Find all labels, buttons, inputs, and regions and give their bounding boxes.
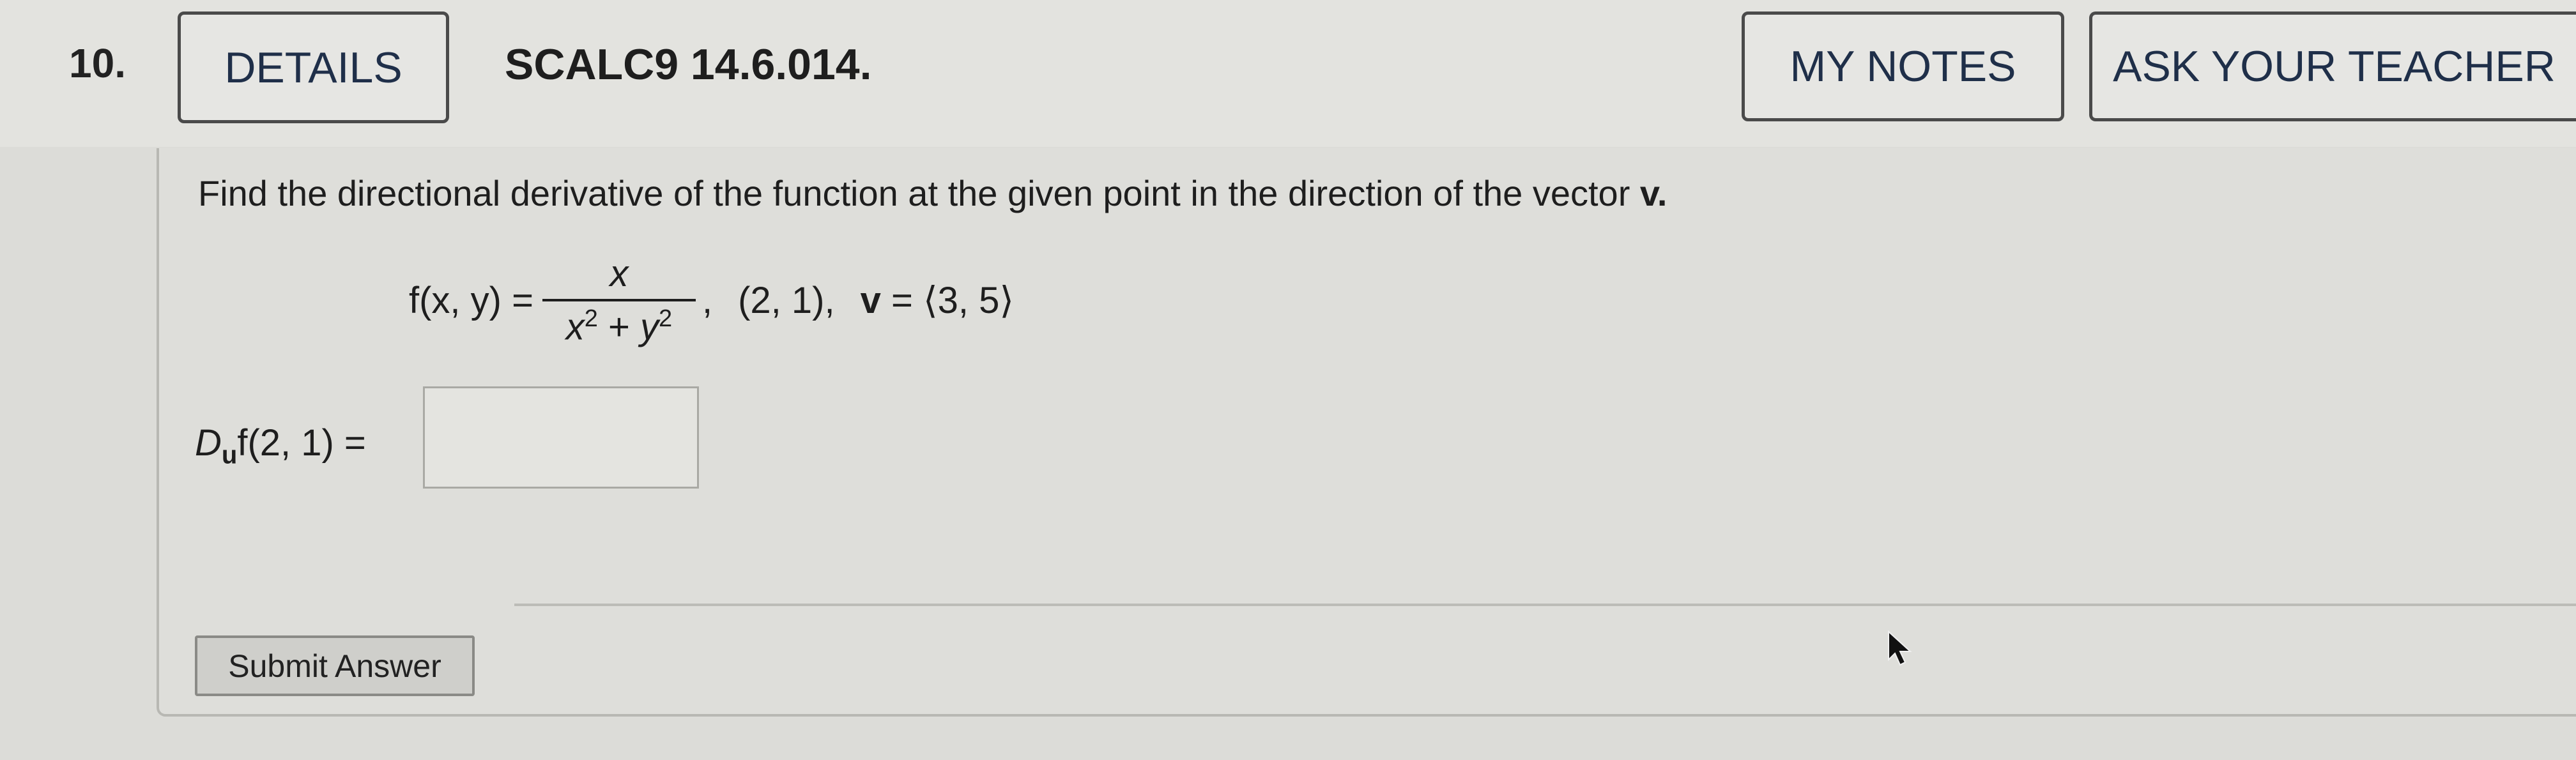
denominator-plus: + [597,306,641,348]
vector-expression: v = ⟨3, 5⟩ [861,278,1014,322]
prompt-text: Find the directional derivative of the f… [198,173,1630,213]
answer-label-rest: f(2, 1) = [237,422,366,464]
given-point: (2, 1), [738,279,835,321]
panel-divider [514,604,2576,606]
answer-label-sub: u [221,441,238,469]
submit-answer-button[interactable]: Submit Answer [195,635,475,696]
mouse-cursor-icon [1888,630,1912,666]
answer-label-d: D [195,422,222,464]
problem-prompt: Find the directional derivative of the f… [198,172,1667,214]
question-number: 10. [69,40,126,86]
vector-value: = ⟨3, 5⟩ [891,280,1014,322]
exponent-y: 2 [659,305,673,332]
denominator-x: x [565,306,585,348]
function-lhs: f(x, y) = [409,279,533,321]
vector-name: v [860,280,881,322]
my-notes-button[interactable]: MY NOTES [1742,11,2064,121]
details-button[interactable]: DETAILS [178,11,449,123]
answer-label: Duf(2, 1) = [195,422,366,470]
fraction-comma: , [702,279,713,321]
exponent-x: 2 [584,305,598,332]
denominator-y: y [640,306,659,348]
function-formula: f(x, y) = x x2 + y2 , (2, 1), v = ⟨3, 5⟩ [409,252,1014,348]
fraction-denominator: x2 + y2 [566,301,672,348]
fraction-numerator: x [610,253,629,294]
problem-code: SCALC9 14.6.014. [505,40,872,89]
prompt-vector: v. [1639,173,1667,213]
fraction: x x2 + y2 [542,252,696,348]
answer-input[interactable] [423,386,699,489]
ask-teacher-button[interactable]: ASK YOUR TEACHER [2089,11,2576,121]
